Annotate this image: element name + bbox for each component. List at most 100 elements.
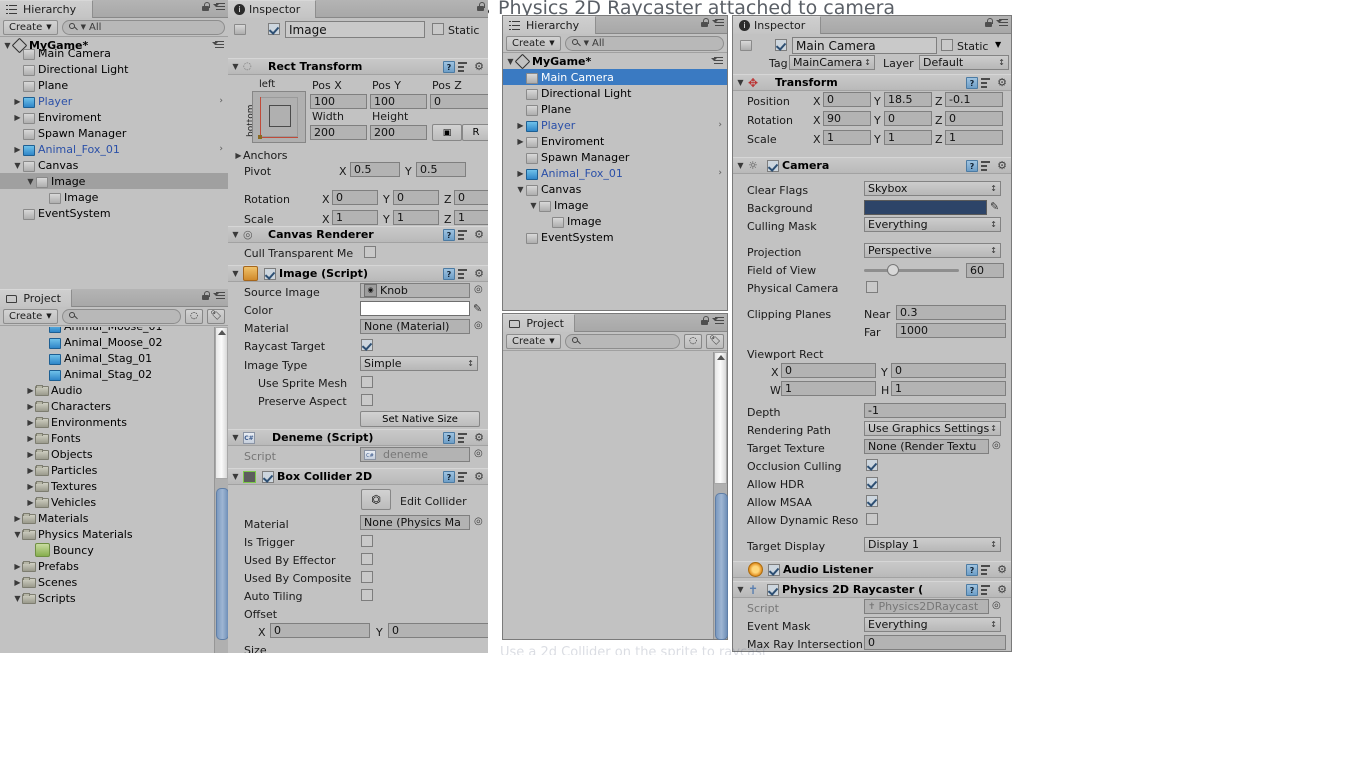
clear-flags-dropdown[interactable]: Skybox ↕ [864,181,1001,196]
tree-item[interactable]: ▶ Objects [0,446,215,462]
chevron-right-icon[interactable]: ▶ [13,145,22,154]
tree-item[interactable]: Directional Light [503,85,727,101]
project-scrollbar-left[interactable] [214,327,229,653]
scrollbar-thumb[interactable] [715,493,728,640]
background-color-swatch[interactable] [864,200,987,215]
tree-item[interactable]: Image [0,189,228,205]
gear-icon[interactable]: ⚙ [996,563,1008,576]
pos-y-field[interactable]: 18.5 [884,92,932,107]
eyedropper-icon[interactable]: ✎ [990,200,999,213]
script-object-field[interactable]: C# deneme [360,447,470,462]
material-object-field[interactable]: None (Material) [360,319,470,334]
scale-x-field[interactable]: 1 [332,210,378,225]
project-scrollbar-mid[interactable] [713,352,728,640]
open-prefab-chevron-icon[interactable]: › [219,96,223,106]
static-checkbox[interactable] [941,39,953,51]
field-of-view-slider-handle[interactable] [887,264,899,276]
image-script-enabled-checkbox[interactable] [264,267,276,280]
help-icon[interactable]: ? [443,431,455,444]
gear-icon[interactable]: ⚙ [473,470,485,483]
target-display-dropdown[interactable]: Display 1 ↕ [864,537,1001,552]
script-picker-icon[interactable]: ◎ [474,448,483,459]
help-icon[interactable]: ? [966,76,978,89]
cull-transparent-checkbox[interactable] [364,246,376,258]
material-picker-icon[interactable]: ◎ [474,320,483,331]
chevron-down-icon[interactable]: ▼ [231,472,240,481]
scroll-up-arrow-icon[interactable] [717,355,725,360]
chevron-down-icon[interactable]: ▼ [231,230,240,239]
height-field[interactable]: 200 [370,125,427,140]
tree-item[interactable]: Plane [0,77,228,93]
tree-item[interactable]: ▶ Fonts [0,430,215,446]
tree-item[interactable]: ▶ Textures [0,478,215,494]
static-dropdown-arrow-icon[interactable]: ▼ [995,40,1001,49]
gameobject-enabled-checkbox[interactable] [775,39,787,51]
preset-icon[interactable] [458,61,470,72]
create-button-hierarchy-left[interactable]: Create ▼ [3,19,58,35]
tree-item[interactable]: ▶ Vehicles [0,494,215,510]
help-icon[interactable]: ? [443,60,455,73]
far-clip-field[interactable]: 1000 [896,323,1006,338]
chevron-right-icon[interactable]: ▶ [26,466,35,475]
source-image-object-field[interactable]: ◉ Knob [360,283,470,298]
physical-camera-checkbox[interactable] [866,281,878,293]
viewport-x-field[interactable]: 0 [781,363,876,378]
tree-item[interactable]: Animal_Moose_01 [0,327,215,334]
gameobject-name-field[interactable]: Image [285,21,425,38]
edit-collider-icon-button[interactable]: ⏣ [361,489,391,510]
scale-y-field[interactable]: 1 [884,130,932,145]
preset-icon[interactable] [458,471,470,482]
use-sprite-mesh-checkbox[interactable] [361,376,373,388]
gear-icon[interactable]: ⚙ [473,228,485,241]
preserve-aspect-checkbox[interactable] [361,394,373,406]
component-header-audio-listener[interactable]: Audio Listener ? ⚙ [733,561,1011,578]
tab-project-mid[interactable]: Project [503,314,575,332]
tree-item[interactable]: ▶ Materials [0,510,215,526]
tab-hierarchy-left[interactable]: Hierarchy [0,0,93,18]
anchor-preset-button[interactable] [252,91,306,143]
help-icon[interactable]: ? [443,267,455,280]
chevron-right-icon[interactable]: ▶ [516,121,525,130]
offset-y-field[interactable]: 0 [388,623,488,638]
panel-menu-icon[interactable] [712,316,724,326]
preset-icon[interactable] [458,229,470,240]
tree-item[interactable]: ▶ Animal_Fox_01 › [0,141,228,157]
auto-tiling-checkbox[interactable] [361,589,373,601]
eyedropper-icon[interactable]: ✎ [473,302,482,315]
chevron-down-icon[interactable]: ▼ [516,185,525,194]
used-by-composite-checkbox[interactable] [361,571,373,583]
rot-x-field[interactable]: 0 [332,190,378,205]
tree-item[interactable]: ▶ Animal_Fox_01 › [503,165,727,181]
gear-icon[interactable]: ⚙ [473,431,485,444]
tree-item[interactable]: ▶ Environments [0,414,215,430]
gear-icon[interactable]: ⚙ [996,583,1008,596]
panel-menu-icon[interactable] [712,18,724,28]
chevron-right-icon[interactable]: ▶ [13,562,22,571]
static-checkbox[interactable] [432,23,444,35]
tree-item[interactable]: ▼ Scripts [0,590,215,606]
panel-menu-icon[interactable] [213,291,225,301]
pos-x-field[interactable]: 100 [310,94,367,109]
chevron-right-icon[interactable]: ▶ [13,514,22,523]
chevron-right-icon[interactable]: ▶ [26,434,35,443]
component-header-rect-transform[interactable]: ▼ ◌ Rect Transform ? ⚙ [228,58,488,75]
tree-item[interactable]: Directional Light [0,61,228,77]
collider-material-picker-icon[interactable]: ◎ [474,516,483,527]
viewport-y-field[interactable]: 0 [891,363,1006,378]
component-header-canvas-renderer[interactable]: ▼ ◎ Canvas Renderer ? ⚙ [228,226,488,243]
lock-icon[interactable] [201,2,210,12]
chevron-right-icon[interactable]: ▶ [516,169,525,178]
chevron-down-icon[interactable]: ▼ [13,161,22,170]
tree-item[interactable]: Animal_Moose_02 [0,334,215,350]
viewport-h-field[interactable]: 1 [891,381,1006,396]
help-icon[interactable]: ? [966,563,978,576]
pos-z-field[interactable]: -0.1 [945,92,1003,107]
chevron-down-icon[interactable]: ▼ [736,585,745,594]
create-button-project-mid[interactable]: Create ▼ [506,333,561,349]
preset-icon[interactable] [981,564,993,575]
tree-item[interactable]: EventSystem [0,205,228,221]
scale-z-field[interactable]: 1 [945,130,1003,145]
chevron-down-icon[interactable]: ▼ [13,530,22,539]
tree-item[interactable]: ▶ Particles [0,462,215,478]
used-by-effector-checkbox[interactable] [361,553,373,565]
